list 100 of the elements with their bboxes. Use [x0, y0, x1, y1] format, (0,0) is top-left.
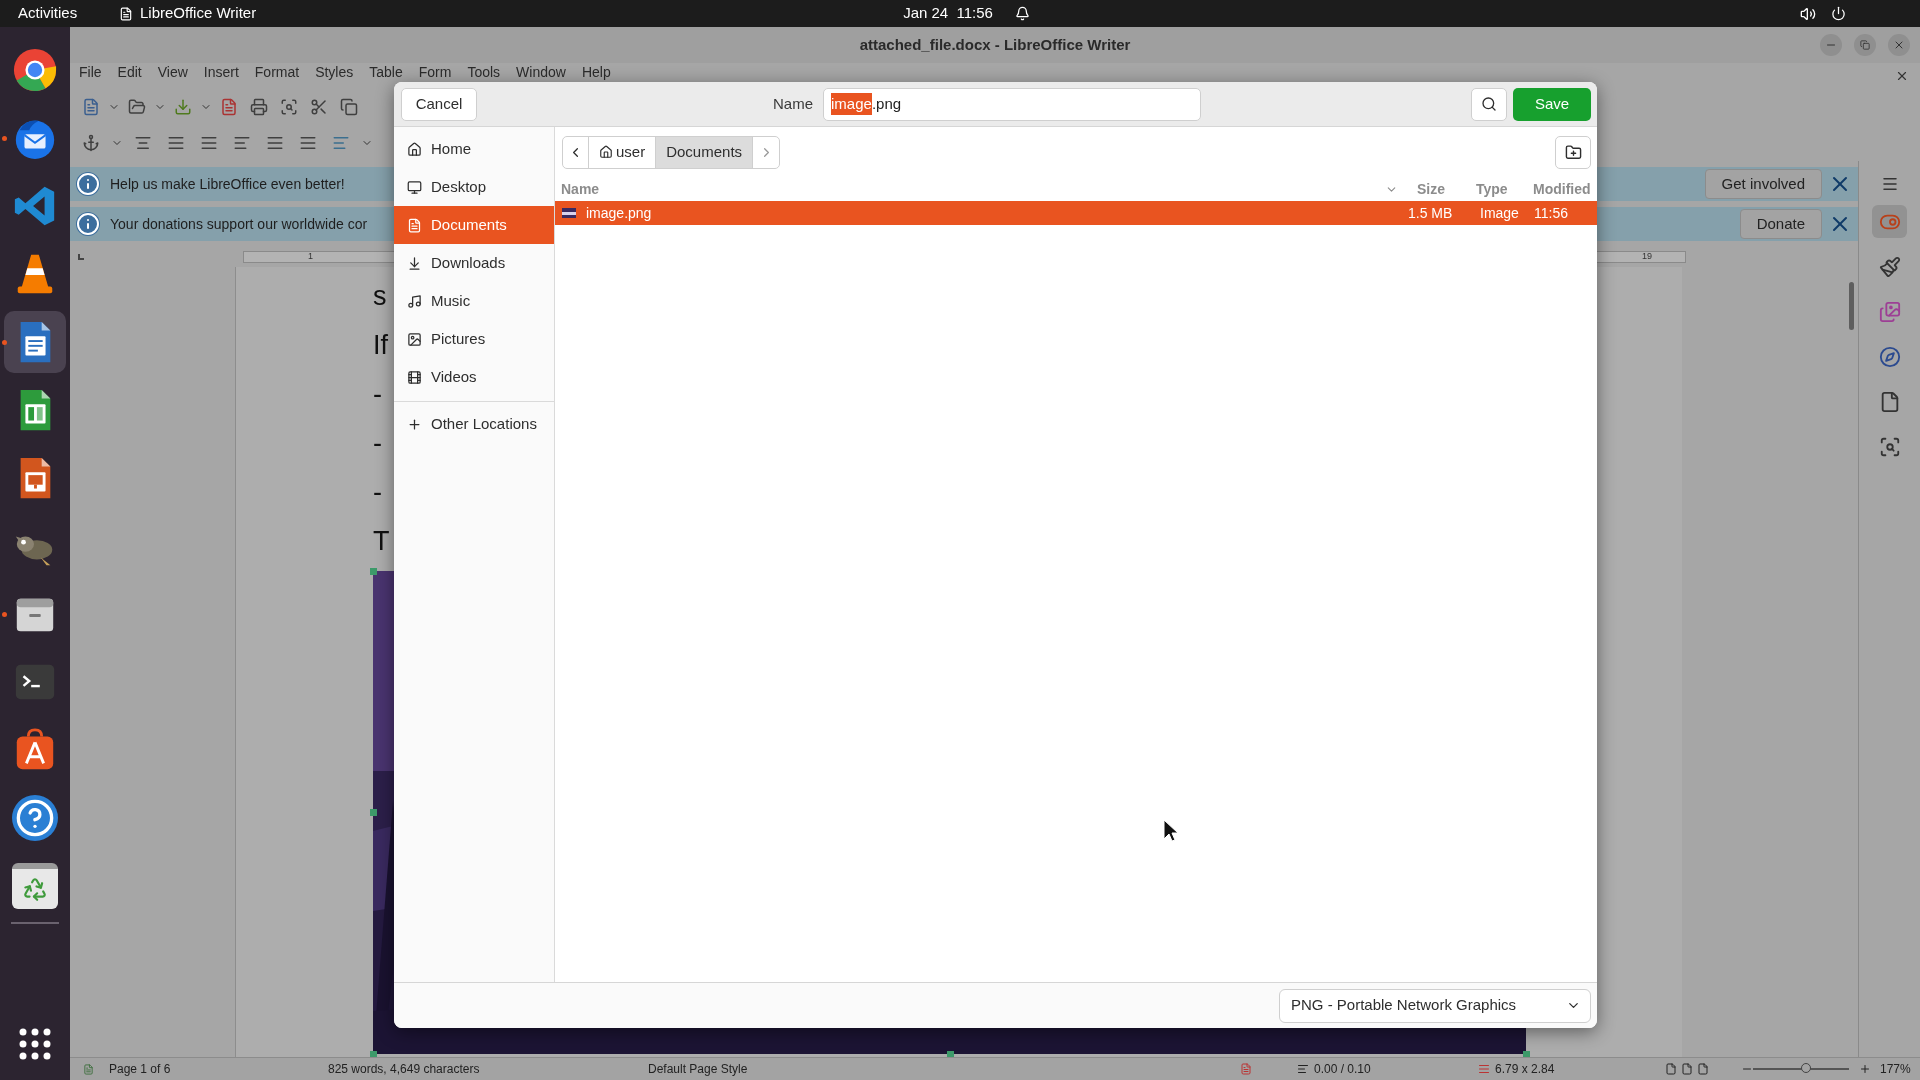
- compass-icon: [1878, 345, 1901, 368]
- menu-item[interactable]: View: [157, 65, 188, 80]
- menu-item[interactable]: Styles: [315, 65, 354, 80]
- document-text: T: [373, 525, 390, 559]
- info-action-button[interactable]: Get involved: [1704, 169, 1822, 199]
- window-title: attached_file.docx - LibreOffice Writer: [859, 34, 1131, 55]
- download-icon: [407, 255, 422, 271]
- volume-icon[interactable]: [1799, 5, 1816, 22]
- place-item[interactable]: Videos: [394, 358, 554, 396]
- new-folder-button[interactable]: [1555, 135, 1591, 169]
- zoom-in-icon[interactable]: [1858, 1063, 1871, 1075]
- name-field[interactable]: image.png: [823, 87, 1201, 121]
- signature-icon: [83, 1063, 94, 1075]
- column-header[interactable]: Name: [555, 178, 1385, 200]
- gallery-icon: [1878, 300, 1901, 323]
- path-segment[interactable]: Documents: [656, 136, 754, 168]
- app-grid-icon[interactable]: [19, 1028, 51, 1060]
- column-header[interactable]: Size: [1410, 178, 1470, 200]
- cancel-button[interactable]: Cancel: [401, 87, 477, 121]
- place-label: Documents: [431, 214, 507, 235]
- info-text: Your donations support our worldwide cor: [110, 214, 368, 234]
- selection-handle[interactable]: [947, 1051, 954, 1057]
- selection-handle[interactable]: [370, 1051, 377, 1057]
- minimize-button[interactable]: [1820, 34, 1842, 56]
- music-icon: [407, 293, 422, 309]
- search-button[interactable]: [1471, 87, 1507, 121]
- zoom-percent: 177%: [1880, 1061, 1911, 1078]
- close-icon: [1893, 39, 1905, 51]
- scrollbar-thumb[interactable]: [1848, 282, 1854, 330]
- power-icon[interactable]: [1830, 6, 1846, 21]
- zoom-slider-thumb[interactable]: [1800, 1063, 1811, 1073]
- place-item[interactable]: Desktop: [394, 168, 554, 206]
- document-icon: [407, 217, 422, 233]
- place-item[interactable]: Pictures: [394, 320, 554, 358]
- menu-item[interactable]: Tools: [467, 65, 501, 80]
- trash-icon: [12, 863, 58, 909]
- selection-handle[interactable]: [370, 809, 377, 816]
- menu-item[interactable]: File: [79, 65, 102, 80]
- activities-button[interactable]: Activities: [18, 2, 118, 25]
- selection-handle[interactable]: [1523, 1051, 1530, 1057]
- close-button[interactable]: [1888, 34, 1910, 56]
- bell-icon[interactable]: [1014, 6, 1030, 21]
- info-text: Help us make LibreOffice even better!: [110, 174, 345, 194]
- document-icon: [119, 6, 133, 21]
- tab-stop-icon: [78, 254, 84, 260]
- menu-item[interactable]: Window: [516, 65, 566, 80]
- home-icon: [407, 141, 422, 157]
- document-text: -: [373, 427, 382, 461]
- file-row[interactable]: image.png 1.5 MB Image 11:56: [555, 201, 1597, 225]
- file-name: image.png: [586, 203, 653, 223]
- browser-icon: [12, 47, 58, 93]
- single-page-view-icon[interactable]: [1665, 1063, 1677, 1075]
- info-icon: [76, 172, 100, 196]
- clock[interactable]: Jan 24 11:56: [903, 2, 993, 25]
- document-text: s: [373, 280, 387, 314]
- close-document-icon[interactable]: [1895, 69, 1909, 83]
- place-label: Music: [431, 290, 471, 311]
- path-label: user: [616, 141, 646, 162]
- place-item[interactable]: Home: [394, 130, 554, 168]
- help-icon: [12, 795, 58, 841]
- plus-icon: [407, 416, 422, 432]
- column-header[interactable]: Modified: [1527, 178, 1597, 200]
- file-type: Image: [1480, 203, 1520, 223]
- multi-page-view-icon[interactable]: [1681, 1063, 1693, 1075]
- document-text: -: [373, 378, 382, 412]
- menu-item[interactable]: Table: [369, 65, 403, 80]
- place-item[interactable]: Downloads: [394, 244, 554, 282]
- menu-item[interactable]: Insert: [203, 65, 239, 80]
- path-label: Documents: [666, 141, 743, 162]
- column-header[interactable]: Type: [1470, 178, 1527, 200]
- image-icon: [407, 331, 422, 347]
- position-text: 0.00 / 0.10: [1314, 1061, 1372, 1078]
- file-type-dropdown[interactable]: PNG - Portable Network Graphics: [1279, 988, 1591, 1023]
- menu-item[interactable]: Form: [418, 65, 452, 80]
- info-action-button[interactable]: Donate: [1739, 209, 1822, 239]
- menu-item[interactable]: Format: [254, 65, 300, 80]
- place-label: Pictures: [431, 328, 486, 349]
- menu-icon[interactable]: [1880, 175, 1899, 193]
- menu-item[interactable]: Edit: [117, 65, 142, 80]
- menu-item[interactable]: Help: [581, 65, 611, 80]
- save-button[interactable]: Save: [1513, 87, 1591, 121]
- name-label: Name: [773, 93, 813, 114]
- place-item[interactable]: Music: [394, 282, 554, 320]
- document-text: -: [373, 476, 382, 510]
- place-label: Other Locations: [431, 413, 537, 434]
- selection-mode-icon: [1240, 1063, 1252, 1075]
- home-icon: [599, 145, 613, 159]
- selected-text: image: [831, 92, 872, 116]
- maximize-button[interactable]: [1854, 34, 1876, 56]
- place-label: Videos: [431, 366, 477, 387]
- selection-handle[interactable]: [370, 568, 377, 575]
- place-item[interactable]: Other Locations: [394, 405, 554, 443]
- book-view-icon[interactable]: [1697, 1063, 1709, 1075]
- place-item[interactable]: Documents: [394, 206, 554, 244]
- place-label: Desktop: [431, 176, 487, 197]
- size-icon: [1478, 1063, 1490, 1075]
- app-menu[interactable]: LibreOffice Writer: [140, 2, 257, 25]
- position-icon: [1297, 1063, 1309, 1075]
- brush-icon: [1878, 255, 1901, 278]
- dock-item[interactable]: [4, 311, 66, 373]
